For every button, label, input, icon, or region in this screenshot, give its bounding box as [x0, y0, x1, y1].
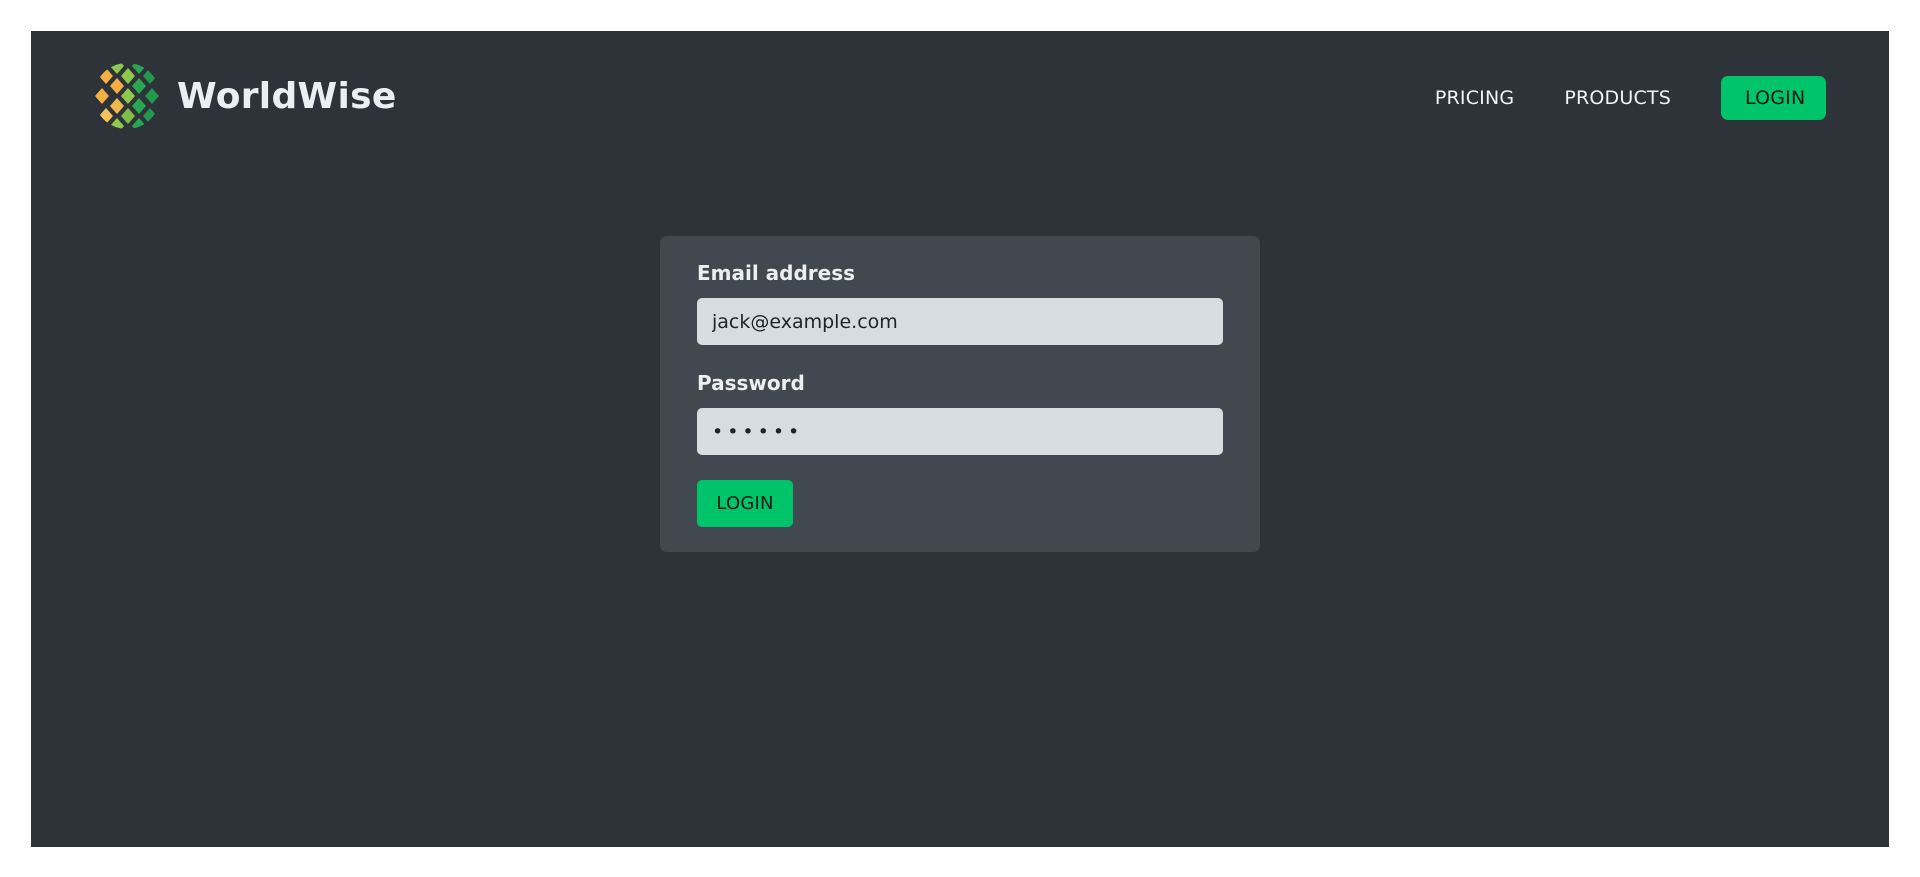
login-submit-button[interactable]: LOGIN — [697, 480, 793, 527]
app-container: WorldWise PRICING PRODUCTS LOGIN Email a… — [31, 31, 1889, 847]
password-field[interactable] — [697, 408, 1223, 455]
email-field[interactable] — [697, 298, 1223, 345]
nav-login-button[interactable]: LOGIN — [1721, 76, 1826, 120]
brand-logo-link[interactable]: WorldWise — [93, 62, 397, 130]
nav-link-pricing[interactable]: PRICING — [1435, 87, 1514, 109]
email-label: Email address — [697, 261, 856, 285]
nav-links: PRICING PRODUCTS LOGIN — [1435, 76, 1826, 120]
password-label: Password — [697, 371, 805, 395]
login-form: Email address Password LOGIN — [660, 236, 1260, 552]
brand-name: WorldWise — [177, 75, 397, 117]
navbar: WorldWise PRICING PRODUCTS LOGIN — [31, 31, 1889, 161]
nav-link-products[interactable]: PRODUCTS — [1564, 87, 1671, 109]
globe-mosaic-icon — [93, 62, 161, 130]
